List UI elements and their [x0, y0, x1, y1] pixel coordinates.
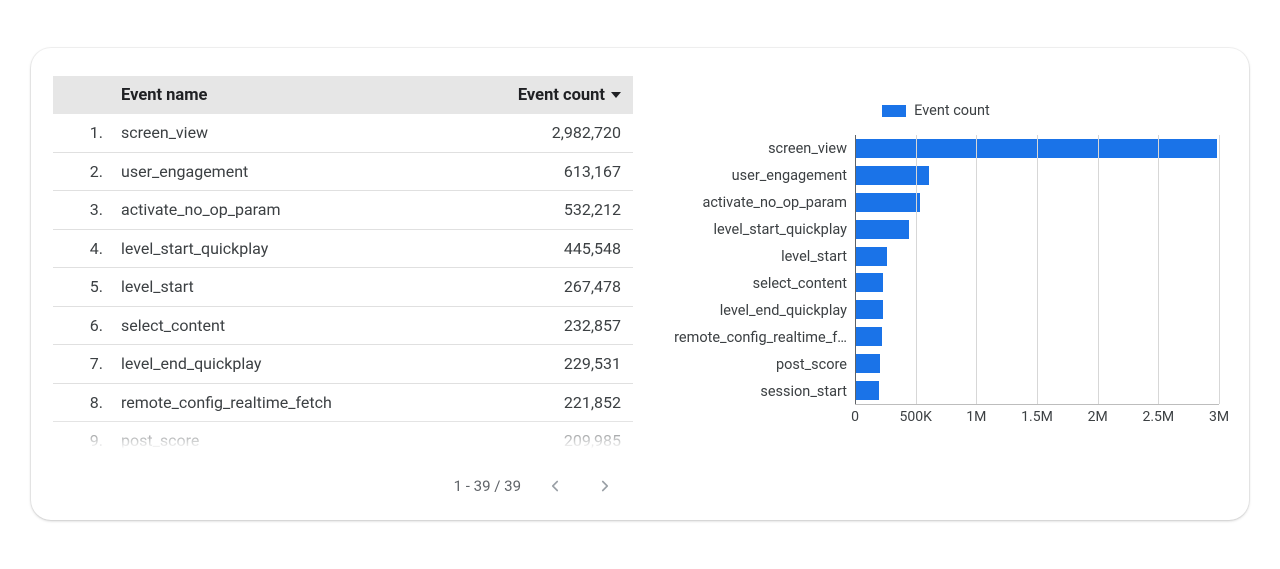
- chart-bars-area: [855, 135, 1219, 405]
- chart-gridline: [976, 135, 977, 404]
- table-body: 1.screen_view2,982,7202.user_engagement6…: [53, 114, 633, 462]
- row-index: 3.: [53, 200, 121, 219]
- chart-gridline: [1219, 135, 1220, 404]
- row-event-count: 232,857: [441, 316, 621, 335]
- col-header-name[interactable]: Event name: [121, 86, 441, 105]
- chevron-left-icon: [546, 477, 564, 495]
- chart-bar[interactable]: [855, 327, 882, 346]
- row-event-count: 209,985: [441, 431, 621, 450]
- row-event-name: level_start_quickplay: [121, 239, 441, 258]
- chart-x-tick: 1M: [966, 409, 986, 425]
- row-event-name: screen_view: [121, 123, 441, 142]
- chart-x-tick: 1.5M: [1021, 409, 1053, 425]
- sort-desc-icon: [611, 92, 621, 98]
- report-card: Event name Event count 1.screen_view2,98…: [31, 48, 1249, 520]
- chart-y-label: screen_view: [653, 135, 855, 162]
- row-event-name: user_engagement: [121, 162, 441, 181]
- chart-gridline: [855, 135, 856, 404]
- table-row[interactable]: 3.activate_no_op_param532,212: [53, 191, 633, 230]
- chart-bar[interactable]: [855, 193, 920, 212]
- chart-gridline: [1098, 135, 1099, 404]
- row-event-count: 532,212: [441, 200, 621, 219]
- chart-y-label: select_content: [653, 270, 855, 297]
- row-index: 4.: [53, 239, 121, 258]
- chart-x-axis: 0500K1M1.5M2M2.5M3M: [855, 405, 1219, 431]
- chart-bar[interactable]: [855, 166, 929, 185]
- row-event-name: activate_no_op_param: [121, 200, 441, 219]
- chart-bar[interactable]: [855, 273, 883, 292]
- chart-gridline: [1037, 135, 1038, 404]
- chart-y-label: remote_config_realtime_f…: [653, 324, 855, 351]
- table-row[interactable]: 7.level_end_quickplay229,531: [53, 345, 633, 384]
- chevron-right-icon: [596, 477, 614, 495]
- chart-bar[interactable]: [855, 300, 883, 319]
- legend-label: Event count: [914, 102, 990, 119]
- chart-bar[interactable]: [855, 220, 909, 239]
- row-index: 9.: [53, 431, 121, 450]
- row-index: 7.: [53, 354, 121, 373]
- chart-x-tick: 3M: [1209, 409, 1229, 425]
- chart-bar[interactable]: [855, 381, 879, 400]
- row-event-count: 445,548: [441, 239, 621, 258]
- table-row[interactable]: 1.screen_view2,982,720: [53, 114, 633, 153]
- pager-next-button[interactable]: [589, 470, 621, 502]
- legend-swatch-icon: [882, 105, 906, 117]
- row-event-name: post_score: [121, 431, 441, 450]
- table-header: Event name Event count: [53, 76, 633, 114]
- chart-y-label: level_start: [653, 243, 855, 270]
- chart-gridline: [916, 135, 917, 404]
- chart-y-label: post_score: [653, 351, 855, 378]
- row-event-count: 267,478: [441, 277, 621, 296]
- chart-y-labels: screen_viewuser_engagementactivate_no_op…: [653, 135, 855, 405]
- chart-y-label: user_engagement: [653, 162, 855, 189]
- table-row[interactable]: 4.level_start_quickplay445,548: [53, 230, 633, 269]
- table-row[interactable]: 6.select_content232,857: [53, 307, 633, 346]
- row-event-name: level_start: [121, 277, 441, 296]
- row-index: 2.: [53, 162, 121, 181]
- event-table: Event name Event count 1.screen_view2,98…: [53, 76, 633, 502]
- chart-bar[interactable]: [855, 247, 887, 266]
- row-index: 8.: [53, 393, 121, 412]
- row-event-name: remote_config_realtime_fetch: [121, 393, 441, 412]
- event-chart: Event count screen_viewuser_engagementac…: [653, 76, 1227, 502]
- chart-bar[interactable]: [855, 139, 1217, 158]
- row-index: 6.: [53, 316, 121, 335]
- table-row[interactable]: 5.level_start267,478: [53, 268, 633, 307]
- chart-x-tick: 2M: [1088, 409, 1108, 425]
- chart-y-label: level_end_quickplay: [653, 297, 855, 324]
- row-event-name: level_end_quickplay: [121, 354, 441, 373]
- chart-x-tick: 2.5M: [1143, 409, 1175, 425]
- col-header-count-label: Event count: [518, 86, 605, 105]
- col-header-count[interactable]: Event count: [441, 86, 621, 105]
- chart-y-label: activate_no_op_param: [653, 189, 855, 216]
- row-index: 5.: [53, 277, 121, 296]
- table-row[interactable]: 2.user_engagement613,167: [53, 153, 633, 192]
- chart-x-tick: 0: [851, 409, 859, 425]
- row-index: 1.: [53, 123, 121, 142]
- row-event-name: select_content: [121, 316, 441, 335]
- chart-plot: screen_viewuser_engagementactivate_no_op…: [653, 135, 1219, 405]
- table-row[interactable]: 8.remote_config_realtime_fetch221,852: [53, 384, 633, 423]
- chart-bar[interactable]: [855, 354, 880, 373]
- chart-y-label: session_start: [653, 378, 855, 405]
- chart-legend: Event count: [653, 102, 1219, 119]
- row-event-count: 613,167: [441, 162, 621, 181]
- chart-y-label: level_start_quickplay: [653, 216, 855, 243]
- row-event-count: 229,531: [441, 354, 621, 373]
- pager-prev-button[interactable]: [539, 470, 571, 502]
- pager: 1 - 39 / 39: [53, 462, 633, 502]
- pager-range: 1 - 39 / 39: [454, 477, 521, 495]
- row-event-count: 2,982,720: [441, 123, 621, 142]
- chart-gridline: [1158, 135, 1159, 404]
- row-event-count: 221,852: [441, 393, 621, 412]
- chart-x-tick: 500K: [899, 409, 931, 425]
- table-row[interactable]: 9.post_score209,985: [53, 422, 633, 461]
